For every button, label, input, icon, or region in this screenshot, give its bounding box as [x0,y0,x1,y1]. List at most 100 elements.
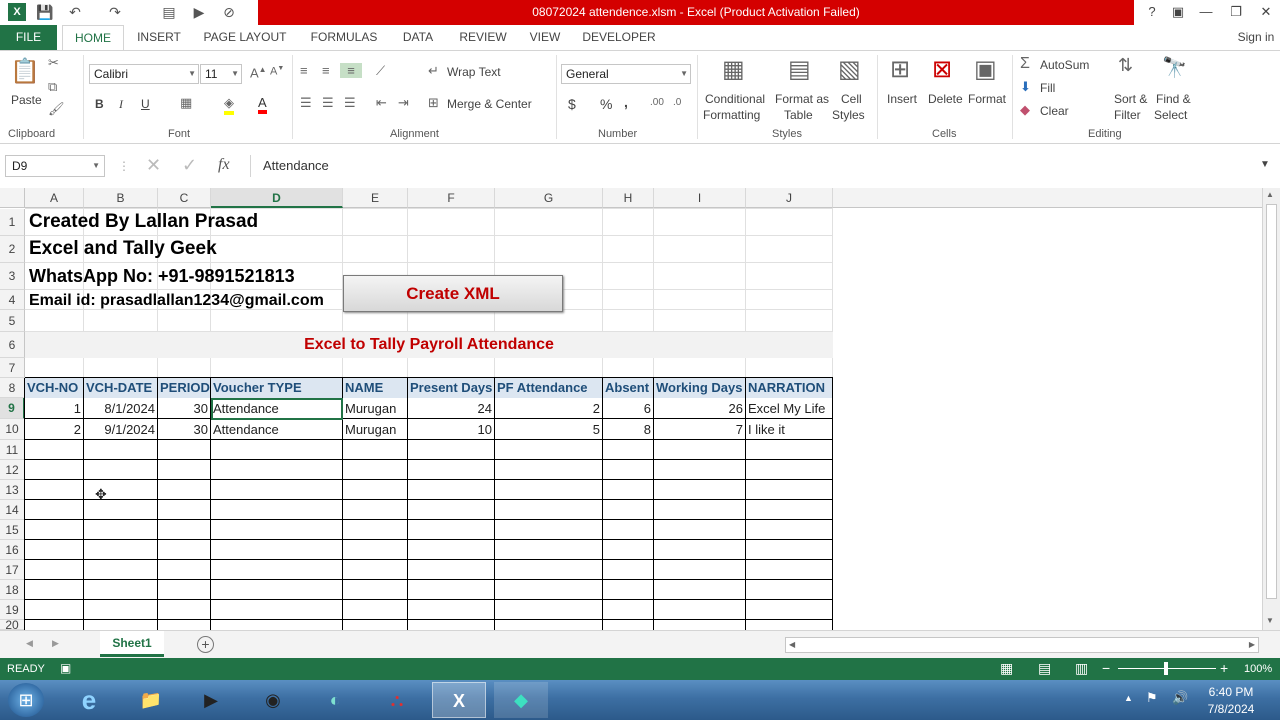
table-header-cell[interactable]: PF Attendance [495,378,602,398]
find-select-button[interactable]: Find & [1156,92,1191,106]
borders-icon[interactable]: ▦ [180,95,192,111]
page-break-view-icon[interactable]: ▥ [1075,660,1088,677]
table-header-cell[interactable]: VCH-DATE [84,378,157,398]
row-header-19[interactable]: 19 [0,600,25,620]
zoom-in-button[interactable]: + [1220,660,1228,676]
file-explorer-icon[interactable]: 📁 [124,682,178,718]
ribbon-display-button[interactable]: ▣ [1164,2,1192,22]
autosum-icon[interactable]: Σ [1020,55,1030,73]
tab-home[interactable]: HOME [62,25,124,51]
start-button-icon[interactable]: ⊞ [8,683,44,717]
find-select-icon[interactable]: 🔭 [1162,55,1187,80]
table-header-cell[interactable]: Present Days [408,378,494,398]
tab-data[interactable]: DATA [395,25,441,50]
help-button[interactable]: ? [1138,2,1166,22]
table-cell[interactable]: 26 [654,398,745,419]
row-header-7[interactable]: 7 [0,358,25,378]
vertical-scrollbar[interactable]: ▲ ▼ [1262,188,1280,630]
save-icon[interactable]: 💾 [36,3,54,21]
select-all-corner[interactable] [0,188,25,208]
tab-insert[interactable]: INSERT [132,25,186,50]
percent-button[interactable]: % [600,96,612,112]
decrease-indent-icon[interactable]: ⇤ [376,95,387,111]
excel-taskbar-icon[interactable]: X [432,682,486,718]
scroll-left-icon[interactable]: ◀ [789,640,795,649]
column-header-a[interactable]: A [25,188,84,208]
increase-indent-icon[interactable]: ⇥ [398,95,409,111]
expand-formula-bar-icon[interactable]: ▼ [1260,159,1270,170]
redo-icon[interactable]: ↷ [106,3,124,21]
conditional-formatting-button-line2[interactable]: Formatting [703,108,760,122]
table-cell[interactable]: 30 [158,419,210,440]
restore-button[interactable]: ❐ [1222,2,1250,22]
info-line-1[interactable]: Created By Lallan Prasad [29,209,258,235]
create-xml-button[interactable]: Create XML [343,275,563,312]
row-header-1[interactable]: 1 [0,209,25,236]
add-sheet-icon[interactable]: + [197,636,214,653]
table-header-cell[interactable]: NAME [343,378,407,398]
prev-sheet-icon[interactable]: ◀ [26,638,33,649]
column-header-b[interactable]: B [84,188,158,208]
clock-date[interactable]: 7/8/2024 [1204,702,1258,716]
table-cell[interactable]: 2 [495,398,602,419]
align-center-icon[interactable]: ☰ [322,95,334,111]
tab-view[interactable]: VIEW [523,25,567,50]
fill-icon[interactable]: ⬇ [1020,79,1031,95]
row-header-3[interactable]: 3 [0,263,25,290]
format-cells-icon[interactable]: ▣ [974,55,997,84]
conditional-formatting-icon[interactable]: ▦ [722,55,745,84]
chrome-icon[interactable]: ◉ [246,682,300,718]
clear-icon[interactable]: ◆ [1020,102,1030,118]
format-as-table-button-line2[interactable]: Table [784,108,813,122]
table-cell[interactable]: Murugan [343,419,407,440]
grow-font-icon[interactable]: A▲ [250,65,267,80]
tab-developer[interactable]: DEVELOPER [578,25,660,50]
merge-center-icon[interactable]: ⊞ [428,95,439,111]
tray-volume-icon[interactable]: 🔊 [1172,690,1188,706]
decrease-decimal-icon[interactable]: .0 [673,97,681,108]
table-cell[interactable]: I like it [746,419,832,440]
insert-function-button[interactable]: fx [218,156,230,174]
scroll-down-icon[interactable]: ▼ [1266,616,1274,625]
delete-cells-button[interactable]: Delete [928,92,963,106]
macro-record-icon[interactable]: ▣ [60,661,71,675]
table-cell[interactable]: Murugan [343,398,407,419]
cell-styles-button[interactable]: Cell [841,92,862,106]
column-header-h[interactable]: H [603,188,654,208]
row-header-9[interactable]: 9 [0,398,25,419]
undo-icon[interactable]: ↶ [66,3,84,21]
align-right-icon[interactable]: ☰ [344,95,356,111]
table-cell[interactable]: 10 [408,419,494,440]
wrap-text-button[interactable]: Wrap Text [447,65,501,79]
normal-view-icon[interactable]: ▦ [1000,660,1013,677]
row-header-17[interactable]: 17 [0,560,25,580]
row-header-13[interactable]: 13 [0,480,25,500]
banner-title[interactable]: Excel to Tally Payroll Attendance [25,332,833,358]
cell-styles-icon[interactable]: ▧ [838,55,861,84]
row-header-16[interactable]: 16 [0,540,25,560]
edge-icon[interactable]: ◐ [308,682,362,718]
sort-filter-button-line2[interactable]: Filter [1114,108,1141,122]
acrobat-icon[interactable]: ⛬ [370,682,424,718]
name-box[interactable]: D9 ▼ [5,155,105,177]
format-as-table-button[interactable]: Format as [775,92,829,106]
tab-review[interactable]: REVIEW [452,25,514,50]
row-header-20[interactable]: 20 [0,619,25,630]
italic-button[interactable]: I [119,97,123,112]
font-name-combo[interactable]: Calibri ▼ [89,64,199,84]
info-line-4[interactable]: Email id: prasadlallan1234@gmail.com [29,290,324,312]
underline-button[interactable]: U [141,97,150,111]
tab-formulas[interactable]: FORMULAS [305,25,383,50]
tab-page-layout[interactable]: PAGE LAYOUT [196,25,294,50]
scroll-right-icon[interactable]: ▶ [1249,640,1255,649]
align-middle-icon[interactable]: ≡ [322,63,330,78]
row-header-15[interactable]: 15 [0,520,25,540]
cancel-entry-icon[interactable]: ✕ [146,155,161,176]
sheet-tab[interactable]: Sheet1 [100,631,164,657]
clear-button[interactable]: Clear [1040,104,1069,118]
autosum-button[interactable]: AutoSum [1040,58,1089,72]
format-cells-button[interactable]: Format [968,92,1006,106]
row-header-8[interactable]: 8 [0,378,25,398]
next-sheet-icon[interactable]: ▶ [52,638,59,649]
wrap-text-icon[interactable]: ↵ [428,63,439,79]
